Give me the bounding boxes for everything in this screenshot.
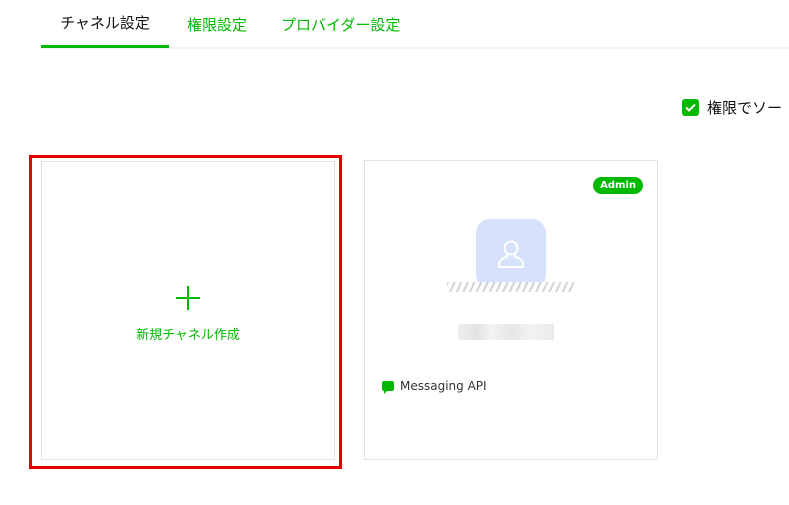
channel-type: Messaging API bbox=[382, 379, 487, 394]
plus-icon bbox=[176, 286, 200, 310]
sort-checkbox[interactable] bbox=[682, 99, 699, 116]
channel-card[interactable]: Admin Messaging API bbox=[364, 160, 658, 460]
sort-label: 権限でソー bbox=[707, 99, 783, 117]
tab-provider-settings[interactable]: プロバイダー設定 bbox=[265, 0, 416, 48]
tab-permission-settings[interactable]: 権限設定 bbox=[169, 0, 265, 48]
channel-type-label: Messaging API bbox=[400, 379, 487, 393]
user-icon bbox=[498, 240, 524, 268]
tab-bar: チャネル設定 権限設定 プロバイダー設定 bbox=[41, 0, 416, 48]
tab-channel-settings[interactable]: チャネル設定 bbox=[41, 0, 169, 48]
avatar-decoration bbox=[447, 282, 575, 292]
checkmark-icon bbox=[685, 103, 696, 112]
channel-name-redacted bbox=[458, 324, 554, 340]
message-icon bbox=[382, 381, 394, 394]
sort-by-permission[interactable]: 権限でソー bbox=[682, 97, 782, 118]
channel-avatar bbox=[476, 219, 546, 289]
create-channel-label: 新規チャネル作成 bbox=[136, 328, 240, 343]
admin-badge: Admin bbox=[593, 177, 643, 194]
create-channel-card[interactable]: 新規チャネル作成 bbox=[41, 161, 335, 460]
page: チャネル設定 権限設定 プロバイダー設定 権限でソー 新規チャネル作成 Admi… bbox=[0, 0, 789, 505]
